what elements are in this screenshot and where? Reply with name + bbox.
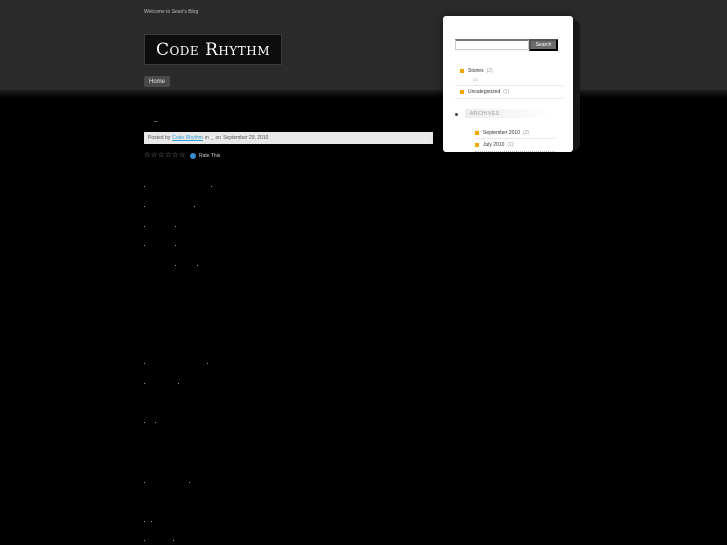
content-mark bbox=[144, 206, 145, 207]
content-mark bbox=[211, 186, 212, 187]
archive-count: (1) bbox=[507, 142, 514, 148]
content-mark bbox=[178, 383, 179, 384]
content-mark bbox=[144, 186, 145, 187]
search-input[interactable] bbox=[455, 39, 529, 50]
content-mark bbox=[175, 265, 176, 266]
star-icon[interactable]: ☆ bbox=[158, 152, 164, 159]
content-mark bbox=[144, 363, 145, 364]
star-icon[interactable]: ☆ bbox=[179, 152, 185, 159]
bullet-icon bbox=[475, 143, 479, 147]
content-mark bbox=[144, 383, 145, 384]
content-mark bbox=[144, 540, 145, 541]
rating-widget: ☆ ☆ ☆ ☆ ☆ ☆ Rate This bbox=[144, 152, 220, 159]
content-mark bbox=[144, 245, 145, 246]
category-sub-count: (2) bbox=[473, 77, 478, 82]
post-meta: Posted by Code Rhythm in _ on September … bbox=[144, 132, 433, 144]
welcome-text: Welcome to Sean's Blog bbox=[144, 9, 199, 15]
divider bbox=[455, 85, 563, 86]
nav-home[interactable]: Home bbox=[144, 76, 170, 87]
archive-label: July 2010 bbox=[483, 142, 505, 148]
post-title[interactable]: _ bbox=[154, 116, 157, 122]
archive-count: (2) bbox=[522, 130, 530, 136]
content-mark bbox=[151, 521, 152, 522]
star-icon[interactable]: ☆ bbox=[151, 152, 157, 159]
content-mark bbox=[144, 482, 145, 483]
star-icon[interactable]: ☆ bbox=[172, 152, 178, 159]
star-icon[interactable]: ☆ bbox=[144, 152, 150, 159]
rate-this-label[interactable]: Rate This bbox=[199, 153, 220, 159]
content-mark bbox=[189, 482, 190, 483]
star-icon[interactable]: ☆ bbox=[165, 152, 171, 159]
meta-category[interactable]: _ bbox=[211, 135, 214, 141]
author-link[interactable]: Code Rhythm bbox=[172, 135, 203, 141]
content-mark bbox=[144, 521, 145, 522]
info-icon[interactable] bbox=[190, 153, 196, 159]
content-mark bbox=[194, 206, 195, 207]
bullet-icon bbox=[460, 69, 464, 73]
content-mark bbox=[155, 422, 156, 423]
content-mark bbox=[197, 265, 198, 266]
category-item-stories[interactable]: Stories (2) bbox=[460, 68, 493, 74]
meta-date: September 29, 2010 bbox=[223, 135, 269, 141]
meta-in: in bbox=[204, 135, 209, 141]
category-label: Uncategorized bbox=[468, 89, 501, 95]
bullet-icon bbox=[475, 131, 479, 135]
archive-item-september-2010[interactable]: September 2010 (2) bbox=[475, 130, 529, 136]
header bbox=[0, 0, 727, 90]
bullet-icon bbox=[460, 90, 464, 94]
site-logo[interactable]: Code Rhythm bbox=[144, 34, 282, 65]
content-mark bbox=[144, 422, 145, 423]
sidebar: Search Stories (2) (2) Uncategorized (1)… bbox=[443, 16, 573, 152]
divider bbox=[475, 138, 555, 139]
content-mark bbox=[175, 245, 176, 246]
meta-date-prefix: on bbox=[215, 135, 222, 141]
search-button[interactable]: Search bbox=[529, 39, 558, 51]
content-mark bbox=[207, 363, 208, 364]
site-logo-text: Code Rhythm bbox=[155, 39, 271, 60]
category-item-uncategorized[interactable]: Uncategorized (1) bbox=[460, 89, 509, 95]
archives-heading: ARCHIVES bbox=[465, 109, 551, 118]
divider bbox=[475, 151, 555, 152]
category-label: Stories bbox=[468, 68, 484, 74]
content-mark bbox=[175, 226, 176, 227]
meta-prefix: Posted by bbox=[148, 135, 171, 141]
archive-item-july-2010[interactable]: July 2010 (1) bbox=[475, 142, 514, 148]
category-count: (2) bbox=[486, 68, 493, 74]
header-divider bbox=[0, 90, 727, 98]
archive-label: September 2010 bbox=[483, 130, 520, 136]
content-mark bbox=[144, 226, 145, 227]
content-mark bbox=[173, 540, 174, 541]
divider bbox=[455, 98, 563, 99]
bullet-dot-icon bbox=[455, 113, 458, 116]
category-count: (1) bbox=[503, 89, 510, 95]
